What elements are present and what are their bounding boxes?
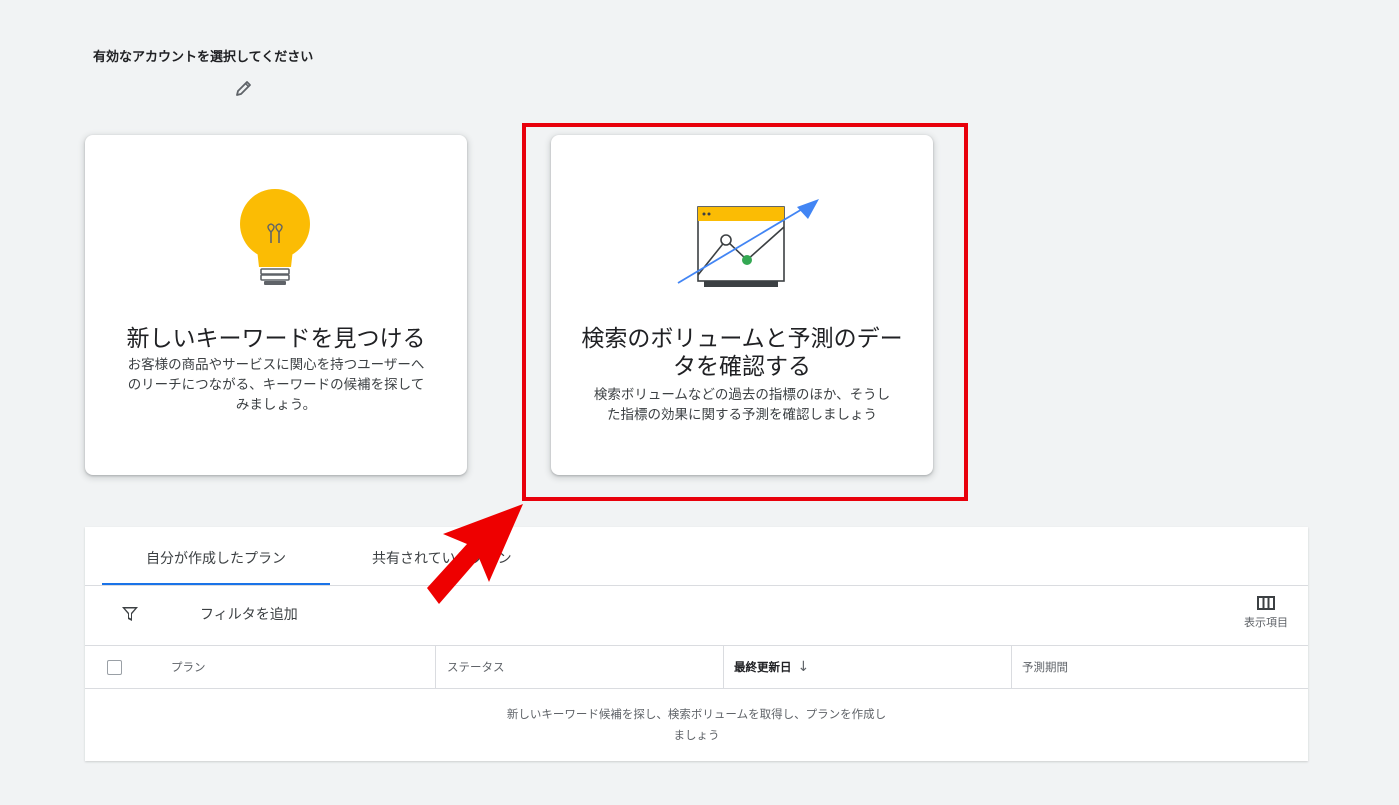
select-all-checkbox[interactable] — [107, 660, 122, 675]
column-header-plan[interactable]: プラン — [171, 646, 206, 688]
card-description: お客様の商品やサービスに関心を持つユーザーへ のリーチにつながる、キーワードの候… — [127, 357, 425, 413]
tab-my-plans[interactable]: 自分が作成したプラン — [102, 527, 330, 585]
search-volume-forecast-card[interactable]: 検索のボリュームと予測のデー タを確認する 検索ボリュームなどの過去の指標のほか… — [551, 135, 933, 475]
tab-shared-plans[interactable]: 共有されているプラン — [372, 527, 512, 585]
table-header: プラン ステータス 最終更新日 ↓ 予測期間 — [85, 646, 1308, 688]
card-description: 検索ボリュームなどの過去の指標のほか、そうし た指標の効果に関する予測を確認しま… — [593, 387, 891, 423]
trend-chart-icon — [677, 199, 819, 287]
divider — [85, 688, 1308, 689]
columns-icon — [1257, 596, 1275, 610]
column-header-forecast-period[interactable]: 予測期間 — [1022, 646, 1068, 688]
column-header-status[interactable]: ステータス — [447, 646, 505, 688]
discover-keywords-card[interactable]: 新しいキーワードを見つける お客様の商品やサービスに関心を持つユーザーへ のリー… — [85, 135, 467, 475]
filter-row: フィルタを追加 表示項目 — [85, 586, 1308, 644]
column-separator — [723, 646, 724, 688]
column-separator — [435, 646, 436, 688]
empty-state-message: 新しいキーワード候補を探し、検索ボリュームを取得し、プランを作成し ましょう — [506, 707, 887, 742]
filter-icon[interactable] — [121, 605, 139, 623]
card-title: 新しいキーワードを見つける — [126, 326, 426, 352]
add-filter-button[interactable]: フィルタを追加 — [200, 604, 298, 624]
columns-button[interactable]: 表示項目 — [1238, 596, 1294, 630]
pencil-icon[interactable] — [234, 78, 254, 98]
column-separator — [1011, 646, 1012, 688]
account-select-prompt: 有効なアカウントを選択してください — [93, 50, 314, 65]
column-header-last-updated[interactable]: 最終更新日 ↓ — [734, 646, 809, 688]
arrow-down-icon: ↓ — [797, 659, 810, 675]
plan-tabs: 自分が作成したプラン 共有されているプラン — [102, 527, 1308, 585]
columns-label: 表示項目 — [1244, 616, 1288, 629]
lightbulb-icon — [240, 189, 310, 285]
plans-panel: 自分が作成したプラン 共有されているプラン フィルタを追加 表示項目 プラン ス… — [85, 527, 1308, 761]
card-title: 検索のボリュームと予測のデー タを確認する — [581, 326, 903, 380]
